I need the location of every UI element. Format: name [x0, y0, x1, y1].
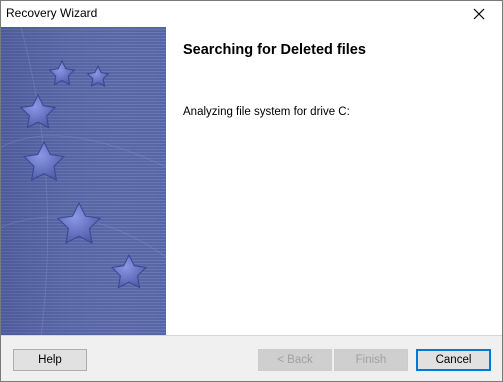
window-title: Recovery Wizard: [6, 6, 98, 20]
wizard-side-image: [1, 27, 166, 336]
cancel-button[interactable]: Cancel: [416, 349, 491, 371]
page-heading: Searching for Deleted files: [183, 42, 366, 58]
title-bar: Recovery Wizard: [1, 1, 502, 26]
close-button[interactable]: [456, 1, 502, 26]
finish-button[interactable]: Finish: [334, 349, 408, 371]
recovery-wizard-window: Recovery Wizard Searching for Deleted fi…: [0, 0, 503, 382]
status-text: Analyzing file system for drive C:: [183, 106, 350, 118]
help-button[interactable]: Help: [13, 349, 87, 371]
back-button[interactable]: < Back: [258, 349, 332, 371]
close-icon: [473, 8, 485, 19]
button-bar: Help < Back Finish Cancel: [1, 335, 502, 381]
stars-illustration: [1, 27, 166, 336]
